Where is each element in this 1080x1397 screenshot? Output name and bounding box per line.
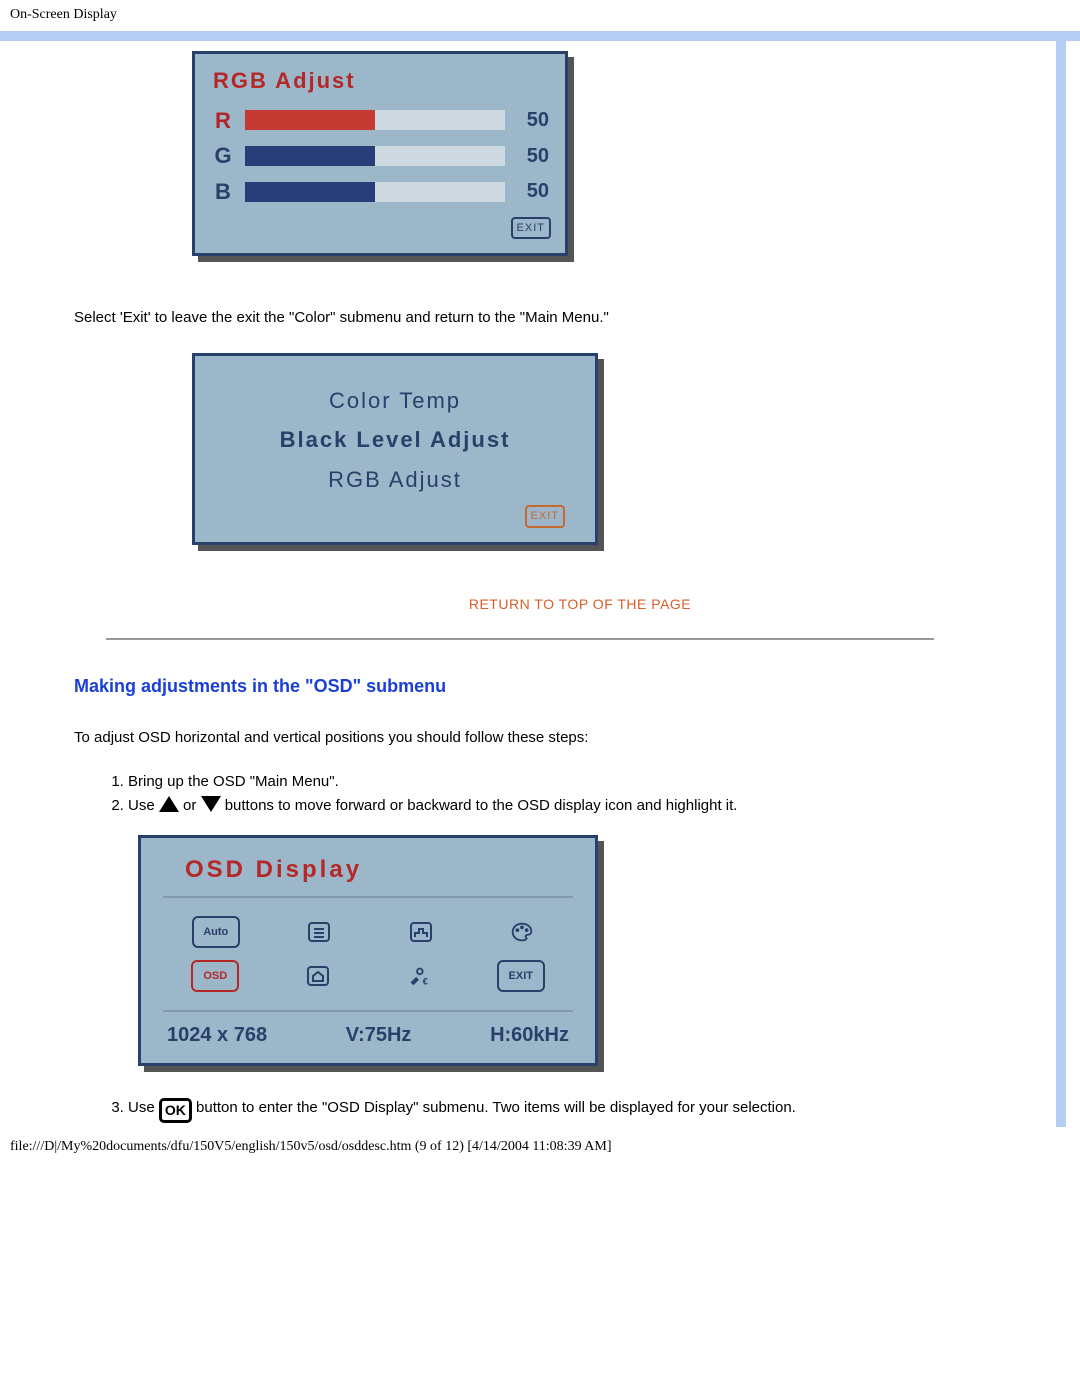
step-2-or: or: [183, 797, 201, 814]
section-heading: Making adjustments in the "OSD" submenu: [74, 674, 1026, 698]
footer-path: file:///D|/My%20documents/dfu/150V5/engl…: [0, 1128, 1080, 1161]
menu-item-rgb-adjust[interactable]: RGB Adjust: [225, 465, 565, 495]
auto-icon[interactable]: Auto: [192, 916, 240, 948]
rgb-bar-g[interactable]: [245, 146, 505, 166]
exit-instruction-text: Select 'Exit' to leave the exit the "Col…: [74, 308, 966, 328]
return-to-top-link[interactable]: RETURN TO TOP OF THE PAGE: [134, 595, 1026, 614]
right-margin: [1066, 41, 1080, 1127]
rgb-label-r: R: [211, 106, 235, 136]
menu-item-color-temp[interactable]: Color Temp: [225, 386, 565, 416]
rgb-row-r: R 50: [211, 106, 549, 136]
resolution-label: 1024 x 768: [167, 1022, 267, 1049]
rgb-row-b: B 50: [211, 177, 549, 207]
rgb-value-g: 50: [515, 143, 549, 170]
exit-icon[interactable]: EXIT: [497, 960, 545, 992]
rgb-adjust-title: RGB Adjust: [213, 66, 551, 96]
step-3-text-a: Use: [128, 1099, 159, 1116]
osd-display-title: OSD Display: [185, 854, 573, 886]
svg-text:€: €: [423, 976, 428, 986]
left-margin: [0, 41, 34, 1127]
osd-icon[interactable]: OSD: [191, 960, 239, 992]
right-stripe: [1056, 41, 1066, 1127]
down-arrow-icon: [201, 796, 221, 812]
exit-button[interactable]: EXIT: [511, 217, 551, 240]
step-3: Use OK button to enter the "OSD Display"…: [128, 1098, 966, 1123]
section-divider: [106, 638, 934, 640]
content-area: RGB Adjust R 50 G 50 B 50 EXIT Select 'E…: [34, 41, 1056, 1127]
rgb-adjust-panel: RGB Adjust R 50 G 50 B 50 EXIT: [192, 51, 568, 257]
tools-icon[interactable]: €: [396, 960, 440, 992]
rgb-bar-r[interactable]: [245, 110, 505, 130]
steps-list: Bring up the OSD "Main Menu". Use or but…: [104, 772, 966, 1123]
rgb-label-g: G: [211, 141, 235, 171]
list-icon[interactable]: [297, 916, 341, 948]
osd-display-panel: OSD Display Auto: [138, 835, 598, 1066]
step-2-text-b: buttons to move forward or backward to t…: [225, 797, 738, 814]
palette-icon[interactable]: [500, 916, 544, 948]
top-band: [0, 31, 1080, 41]
up-arrow-icon: [159, 796, 179, 812]
step-2: Use or buttons to move forward or backwa…: [128, 796, 966, 1094]
vfreq-label: V:75Hz: [346, 1022, 412, 1049]
home-icon[interactable]: [296, 960, 340, 992]
page-header: On-Screen Display: [0, 0, 1080, 25]
intro-text: To adjust OSD horizontal and vertical po…: [74, 728, 966, 748]
hfreq-label: H:60kHz: [490, 1022, 569, 1049]
step-3-text-b: button to enter the "OSD Display" submen…: [196, 1099, 796, 1116]
rgb-bar-b[interactable]: [245, 182, 505, 202]
status-row: 1024 x 768 V:75Hz H:60kHz: [163, 1022, 573, 1049]
osd-icon-grid: Auto OSD: [163, 896, 573, 1012]
menu-item-black-level[interactable]: Black Level Adjust: [225, 425, 565, 455]
rgb-value-r: 50: [515, 107, 549, 134]
signal-icon[interactable]: [399, 916, 443, 948]
color-submenu-panel: Color Temp Black Level Adjust RGB Adjust…: [192, 353, 598, 545]
step-2-text-a: Use: [128, 797, 159, 814]
exit-button[interactable]: EXIT: [525, 505, 565, 528]
ok-button-icon: OK: [159, 1098, 192, 1123]
step-1: Bring up the OSD "Main Menu".: [128, 772, 966, 792]
rgb-value-b: 50: [515, 178, 549, 205]
rgb-label-b: B: [211, 177, 235, 207]
rgb-row-g: G 50: [211, 141, 549, 171]
